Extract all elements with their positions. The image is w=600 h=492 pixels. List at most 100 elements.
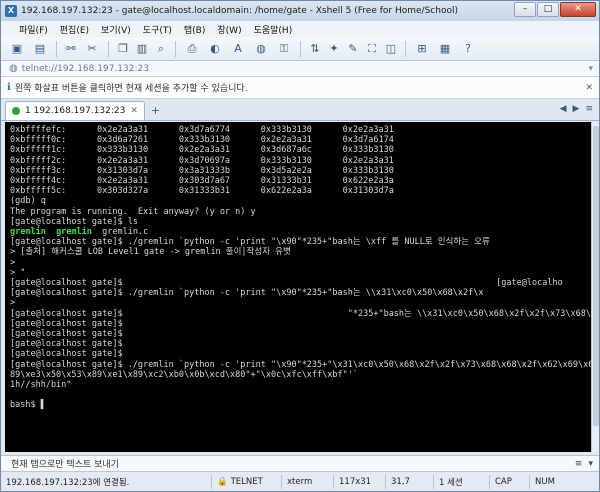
terminal-line: > [출처] 해커스쿨 LOB Level1 gate -> gremlin 풀… <box>10 247 291 258</box>
terminal-line: [gate@localhost gate]$ "*235+"bash는 \\x3… <box>10 308 591 319</box>
toolbar-divider <box>405 40 406 57</box>
bird-icon[interactable]: ✦ <box>326 41 342 57</box>
terminal-line: 1h//shh/bin° <box>10 380 72 390</box>
compose-icon[interactable]: ✎ <box>345 41 361 57</box>
menu-file[interactable]: 파일(F) <box>19 23 48 36</box>
tab-bar: 1 192.168.197.132:23 ✕ + ◀ ▶ ≡ <box>1 99 599 121</box>
terminal-line: (gdb) q <box>10 196 46 207</box>
help-icon[interactable]: ? <box>458 41 478 57</box>
paste-icon[interactable]: ▥ <box>134 41 150 57</box>
terminal-line: > " <box>10 267 26 278</box>
terminal-line: > <box>10 257 16 268</box>
toolbar: ▣ ▤ ⚯ ✂ ❐ ▥ ⌕ ⎙ ◐ A ◍ ⚿ ⇅ ✦ ✎ ⛶ ◫ ⊞ ▦ ? <box>1 37 599 61</box>
menu-view[interactable]: 보기(V) <box>101 23 131 36</box>
status-term: xterm <box>281 474 333 489</box>
terminal-line: The program is running. Exit anyway? (y … <box>10 206 256 217</box>
close-button[interactable]: ✕ <box>560 2 596 17</box>
status-caps: CAP <box>489 474 529 489</box>
address-bar[interactable]: ◍ telnet://192.168.197.132:23 ▾ <box>1 61 599 77</box>
terminal-line: [gate@localhost gate]$ ./gremlin `python… <box>10 288 484 299</box>
font-icon[interactable]: A <box>228 41 248 57</box>
tab-list-icon[interactable]: ≡ <box>585 104 593 114</box>
terminal-line: [gate@localhost gate]$ [gate@localho <box>10 278 563 288</box>
compose-bar-text[interactable]: 현재 탭으로만 텍스트 보내기 <box>11 457 119 470</box>
copy-icon[interactable]: ❐ <box>115 41 131 57</box>
status-cursor: 31,7 <box>385 474 433 489</box>
xftp-icon[interactable]: ⇅ <box>307 41 323 57</box>
status-protocol: 🔒 TELNET <box>211 474 281 489</box>
toolbar-divider <box>108 40 109 57</box>
add-tab-icon[interactable]: ⊞ <box>412 41 432 57</box>
menu-window[interactable]: 창(W) <box>217 23 241 36</box>
scrollbar-thumb[interactable] <box>593 126 599 426</box>
terminal-line: 0xbfffff5c: 0x303d327a 0x31333b31 0x622e… <box>10 186 394 197</box>
tab-prev-icon[interactable]: ◀ <box>560 104 567 114</box>
menu-tab[interactable]: 탭(B) <box>184 23 205 36</box>
menu-tools[interactable]: 도구(T) <box>143 23 172 36</box>
terminal-line: 0xbfffff4c: 0x2e2a3a31 0x303d7a67 0x3133… <box>10 176 394 186</box>
address-dropdown-icon[interactable]: ▾ <box>588 64 593 74</box>
disconnect-icon[interactable]: ✂ <box>82 41 102 57</box>
link-icon[interactable]: ⚯ <box>63 41 79 57</box>
globe-icon[interactable]: ◍ <box>251 41 271 57</box>
session-tab-label: 1 192.168.197.132:23 <box>25 106 126 116</box>
color-scheme-icon[interactable]: ◐ <box>205 41 225 57</box>
new-tab-icon[interactable]: + <box>151 104 160 117</box>
layout-icon[interactable]: ▦ <box>435 41 455 57</box>
print-icon[interactable]: ⎙ <box>182 41 202 57</box>
terminal-line: > <box>10 298 16 309</box>
terminal-line: [gate@localhost gate]$ <box>10 318 123 329</box>
terminal-scrollbar[interactable] <box>591 122 599 452</box>
menu-edit[interactable]: 편집(E) <box>60 23 89 36</box>
window-title: 192.168.197.132:23 - gate@localhost.loca… <box>21 6 458 16</box>
status-bar: 192.168.197.132:23에 연결됨. 🔒 TELNET xterm 1… <box>1 471 599 491</box>
terminal-line: 0xbffffefc: 0x2e2a3a31 0x3d7a6774 0x333b… <box>10 125 394 135</box>
terminal-line: 0xbfffff0c: 0x3d6a7261 0x333b3130 0x2e2a… <box>10 135 394 146</box>
lock-icon: 🔒 <box>217 476 228 487</box>
fullscreen-icon[interactable]: ⛶ <box>364 41 380 57</box>
xshell-window: X 192.168.197.132:23 - gate@localhost.lo… <box>0 0 600 492</box>
toolbar-divider <box>175 40 176 57</box>
hint-text: 왼쪽 화살표 버튼을 클릭하면 현재 세션을 추가할 수 있습니다. <box>14 84 248 94</box>
terminal-output[interactable]: 0xbffffefc: 0x2e2a3a31 0x3d7a6774 0x333b… <box>5 122 591 452</box>
menu-help[interactable]: 도움말(H) <box>254 23 293 36</box>
terminal-line: [gate@localhost gate]$ <box>10 329 123 339</box>
connected-status-icon <box>12 107 20 115</box>
terminal-line: [gate@localhost gate]$ <box>10 349 123 360</box>
terminal-line: 0xbfffff1c: 0x333b3130 0x2e2a3a31 0x3d68… <box>10 145 394 156</box>
maximize-button[interactable]: □ <box>537 2 559 17</box>
terminal-line: [gate@localhost gate]$ <box>10 339 123 350</box>
tab-next-icon[interactable]: ▶ <box>573 104 580 114</box>
hint-bar: ℹ 왼쪽 화살표 버튼을 클릭하면 현재 세션을 추가할 수 있습니다. ✕ <box>1 77 599 99</box>
title-bar[interactable]: X 192.168.197.132:23 - gate@localhost.lo… <box>1 1 599 21</box>
status-connection: 192.168.197.132:23에 연결됨. <box>6 477 130 488</box>
session-tab[interactable]: 1 192.168.197.132:23 ✕ <box>5 101 145 120</box>
new-session-icon[interactable]: ▣ <box>7 41 27 57</box>
lock-icon[interactable]: ⚿ <box>274 41 294 57</box>
status-size: 117x31 <box>333 474 385 489</box>
status-num: NUM <box>529 474 569 489</box>
terminal-line: 0xbfffff3c: 0x31303d7a 0x3a31333b 0x3d5a… <box>10 165 394 176</box>
open-folder-icon[interactable]: ▤ <box>30 41 50 57</box>
compose-bar[interactable]: 현재 탭으로만 텍스트 보내기 ≡ ▾ <box>1 455 599 471</box>
toolbar-divider <box>300 40 301 57</box>
compose-menu-icon[interactable]: ≡ <box>575 459 583 469</box>
terminal-line: gremlin gremlin gremlin.c <box>10 227 149 237</box>
compose-dropdown-icon[interactable]: ▾ <box>588 459 593 469</box>
terminal-line: [gate@localhost gate]$ ./gremlin `python… <box>10 359 591 370</box>
minimize-button[interactable]: – <box>514 2 536 17</box>
hint-close-icon[interactable]: ✕ <box>585 83 593 93</box>
status-sessions: 1 세션 <box>433 474 489 489</box>
terminal-line: bash$ ▌ <box>10 400 46 411</box>
address-text[interactable]: telnet://192.168.197.132:23 <box>22 64 149 74</box>
find-icon[interactable]: ⌕ <box>153 41 169 57</box>
tab-close-icon[interactable]: ✕ <box>130 106 138 116</box>
transparency-icon[interactable]: ◫ <box>383 41 399 57</box>
globe-icon: ◍ <box>9 63 18 74</box>
menu-bar: 파일(F) 편집(E) 보기(V) 도구(T) 탭(B) 창(W) 도움말(H) <box>1 21 599 37</box>
terminal-line: [gate@localhost gate]$ ls <box>10 216 138 227</box>
terminal-line: 89\xe3\x50\x53\x89\xe1\x89\xc2\xb0\x0b\x… <box>10 369 358 380</box>
info-icon: ℹ <box>7 82 11 93</box>
terminal-line: 0xbfffff2c: 0x2e2a3a31 0x3d70697a 0x333b… <box>10 155 394 166</box>
toolbar-divider <box>56 40 57 57</box>
